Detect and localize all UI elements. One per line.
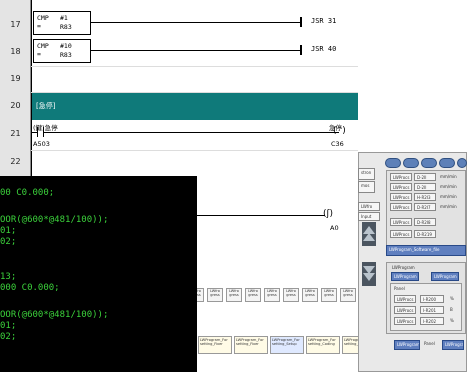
toolbar-button[interactable]: LWfro gress: [302, 288, 318, 302]
setting-label: LWProcs: [390, 193, 412, 201]
lower-value[interactable]: I-R200: [420, 295, 444, 303]
row-divider: [31, 66, 358, 67]
row-number: 20: [10, 101, 21, 110]
toolbar-button[interactable]: LWfro gress: [264, 288, 280, 302]
setting-label: LWProcs: [390, 218, 412, 226]
lower-unit: %: [450, 296, 454, 301]
toolbar-button[interactable]: LWfro gress: [226, 288, 242, 302]
setting-unit: mm/min: [440, 204, 457, 209]
setting-label: LWProcs: [390, 203, 412, 211]
setting-value[interactable]: D-R2I8: [414, 218, 436, 226]
lower-label: LWProcs: [394, 295, 416, 303]
arrow-up-button[interactable]: [362, 222, 376, 246]
setting-value[interactable]: D-R2I7: [414, 203, 436, 211]
setting-label: LWProcs: [390, 173, 412, 181]
capsule-button[interactable]: [421, 158, 437, 168]
compare-block[interactable]: CMP #1 = R83: [33, 11, 91, 35]
console-line: OOR(@600*@481/100));: [0, 310, 109, 320]
panel-blank: [358, 0, 467, 152]
jsr-marker: [300, 45, 302, 55]
row-number: 18: [10, 47, 21, 56]
row-number: 22: [10, 157, 21, 166]
setting-unit: mm/min: [440, 194, 457, 199]
coil-address[interactable]: A0: [330, 224, 339, 232]
jsr-instruction[interactable]: JSR 31: [311, 17, 336, 25]
lower-unit: %: [450, 318, 454, 323]
toolbar-button[interactable]: LWfro gress: [321, 288, 337, 302]
toolbar-strip: LWfro gress LWfro gress LWfro gress LWfr…: [188, 288, 358, 304]
setting-value[interactable]: D-R219: [414, 230, 436, 238]
right-control-panel: stron mos LWfro Input LWProcs D-2II mm/m…: [358, 0, 467, 372]
task-button[interactable]: LWProgram_For setting_Fixer: [198, 336, 232, 354]
row-number: 17: [10, 20, 21, 29]
lower-program-button[interactable]: LWProgram: [391, 272, 419, 281]
console-line: 13;: [0, 272, 17, 282]
code-console[interactable]: 00 C0.000; OOR(@600*@481/100)); 01; 02; …: [0, 176, 197, 372]
task-button[interactable]: LWProgram_For setting_Setup: [270, 336, 304, 354]
lower-value[interactable]: I-R201: [420, 306, 444, 314]
capsule-button[interactable]: [439, 158, 455, 168]
task-button[interactable]: LWProgram_For setting_Fixer: [234, 336, 268, 354]
bottom-panel-label: Panel: [424, 341, 435, 346]
setting-label: LWProcs: [390, 230, 412, 238]
rung-wire: [197, 215, 325, 216]
section-title: [急停]: [36, 102, 56, 110]
task-button[interactable]: LWProgram_For setting_Coding: [306, 336, 340, 354]
setting-unit: mm/min: [440, 184, 457, 189]
row-divider: [31, 150, 358, 151]
contact-address[interactable]: A503: [33, 140, 50, 148]
pulse-coil-symbol[interactable]: (ʃ): [323, 209, 333, 219]
console-line: 000 C0.000;: [0, 283, 60, 293]
console-line: 00 C0.000;: [0, 188, 55, 198]
contact-left-bar: [37, 127, 38, 137]
side-tab[interactable]: mos: [358, 181, 375, 193]
console-line: 02;: [0, 332, 17, 342]
coil-symbol[interactable]: ( ): [333, 126, 346, 136]
toolbar-button[interactable]: LWfro gress: [207, 288, 223, 302]
toolbar-button[interactable]: LWfro gress: [245, 288, 261, 302]
rung-wire: [91, 50, 301, 51]
rung-wire: [91, 22, 301, 23]
capsule-button[interactable]: [457, 158, 467, 168]
toolbar-button[interactable]: LWfro gress: [340, 288, 356, 302]
console-line: 01;: [0, 226, 17, 236]
lower-unit: B: [450, 307, 453, 312]
side-tab[interactable]: Input: [358, 212, 380, 221]
arrow-down-button[interactable]: [362, 262, 376, 286]
lower-program-button[interactable]: LWProgram: [431, 272, 459, 281]
row-number: 19: [10, 74, 21, 83]
lower-sub-label: Panel: [394, 286, 405, 291]
section-header[interactable]: [急停]: [32, 93, 358, 120]
lower-value[interactable]: I-R202: [420, 317, 444, 325]
side-tab[interactable]: stron: [358, 168, 375, 180]
rung-wire: [44, 132, 339, 133]
side-tab[interactable]: LWfro: [358, 202, 380, 211]
lower-label: LWProcs: [394, 317, 416, 325]
setting-value[interactable]: D-2II: [414, 183, 436, 191]
setting-value[interactable]: D-2II: [414, 173, 436, 181]
jsr-instruction[interactable]: JSR 40: [311, 45, 336, 53]
bottom-program-button[interactable]: LWProgram: [442, 340, 464, 350]
console-line: 02;: [0, 237, 17, 247]
bottom-program-button[interactable]: LWProgram: [394, 340, 420, 350]
jsr-marker: [300, 17, 302, 27]
setting-label: LWProcs: [390, 183, 412, 191]
toolbar-button[interactable]: LWfro gress: [283, 288, 299, 302]
capsule-button[interactable]: [385, 158, 401, 168]
console-line: OOR(@600*@481/100));: [0, 215, 109, 225]
compare-block[interactable]: CMP #10 = R83: [33, 39, 91, 63]
coil-address[interactable]: C36: [331, 140, 344, 148]
console-line: 01;: [0, 321, 17, 331]
setting-value[interactable]: H-R2I3: [414, 193, 436, 201]
capsule-button[interactable]: [403, 158, 419, 168]
taskbar-strip: LWProgram_For setting_Fixer LWProgram_Fo…: [188, 336, 384, 356]
lower-label: LWProcs: [394, 306, 416, 314]
row-number: 21: [10, 129, 21, 138]
program-button[interactable]: LWProgram_Software_file: [386, 245, 466, 256]
lower-title: LWProgram: [392, 265, 415, 270]
setting-unit: mm/min: [440, 174, 457, 179]
